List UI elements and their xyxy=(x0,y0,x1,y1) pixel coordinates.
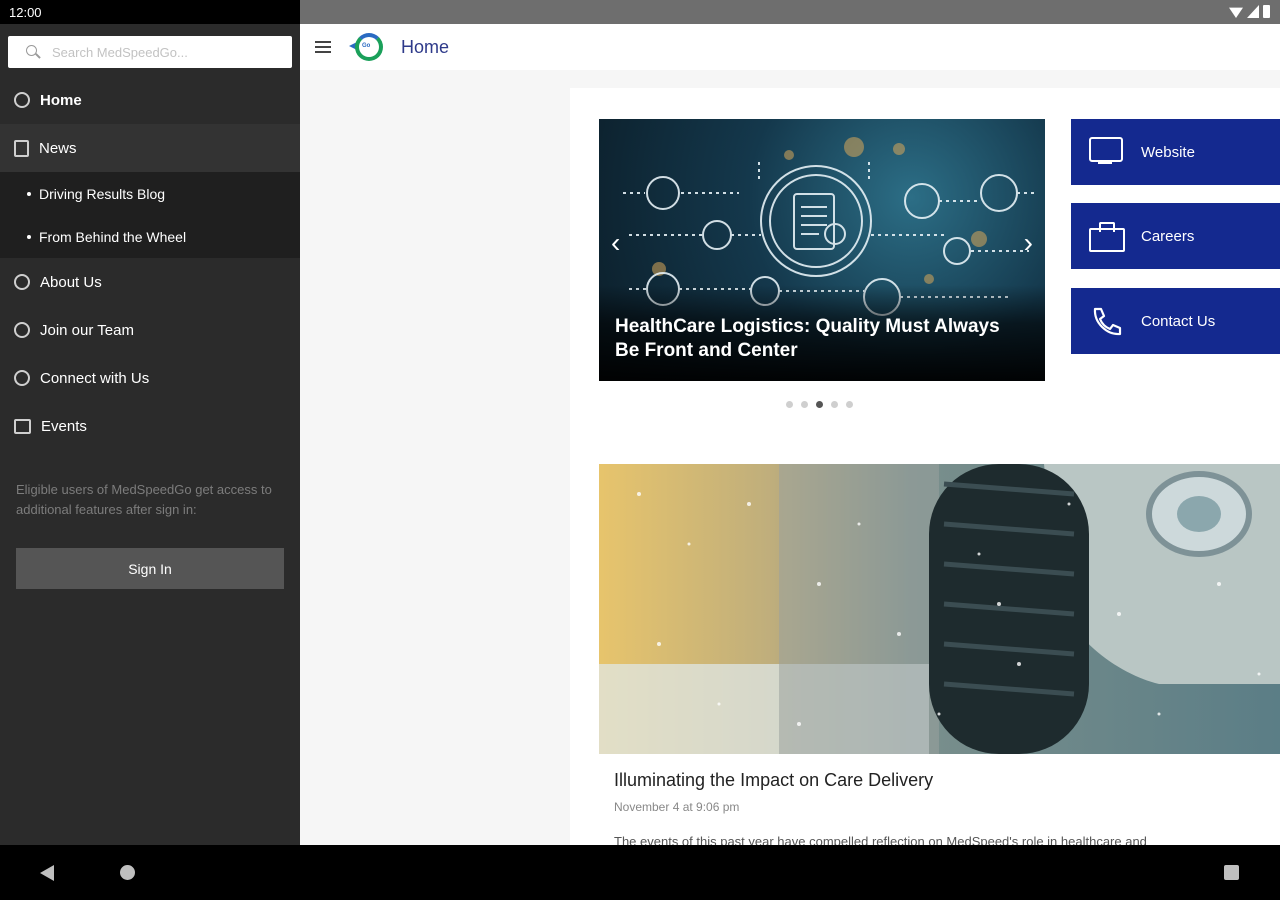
drawer-search[interactable] xyxy=(8,36,292,68)
nav-item-driving-results-blog[interactable]: Driving Results Blog xyxy=(0,172,300,215)
nav-item-label: From Behind the Wheel xyxy=(39,228,187,245)
carousel-dot-active[interactable] xyxy=(816,401,823,408)
briefcase-icon xyxy=(1089,221,1125,252)
compass-icon xyxy=(14,274,30,290)
monitor-icon xyxy=(1089,137,1123,167)
contact-us-link[interactable]: Contact Us xyxy=(1071,288,1280,354)
main-content: Go Home HealthCare Logistics: Quality Mu… xyxy=(300,24,1280,845)
article-date: November 4 at 9:06 pm xyxy=(614,800,740,814)
status-time: 12:00 xyxy=(0,0,300,24)
nav-item-connect-with-us[interactable]: Connect with Us xyxy=(0,354,300,402)
page-title: Home xyxy=(401,36,450,57)
signin-note: Eligible users of MedSpeedGo get access … xyxy=(16,482,272,517)
quick-link-label: Website xyxy=(1141,143,1195,161)
chevron-right-icon[interactable]: › xyxy=(1024,227,1033,259)
medspeed-logo: Go xyxy=(349,31,389,63)
article-image[interactable] xyxy=(599,464,1280,754)
nav-item-events[interactable]: Events xyxy=(0,402,300,450)
navigation-drawer: Home News Driving Results Blog From Behi… xyxy=(0,24,300,845)
nav-item-label: Driving Results Blog xyxy=(39,185,166,202)
nav-item-label: Events xyxy=(41,417,87,435)
compass-icon xyxy=(14,92,30,108)
status-bar xyxy=(300,0,1280,24)
news-subnav: Driving Results Blog From Behind the Whe… xyxy=(0,172,300,258)
nav-item-label: Join our Team xyxy=(40,321,134,339)
system-navigation-bar xyxy=(0,845,1280,900)
nav-item-news[interactable]: News xyxy=(0,124,300,172)
carousel-dot[interactable] xyxy=(801,401,808,408)
nav-item-about-us[interactable]: About Us xyxy=(0,258,300,306)
search-icon xyxy=(26,45,40,59)
article-title[interactable]: Illuminating the Impact on Care Delivery xyxy=(614,770,933,791)
calendar-icon xyxy=(14,418,31,434)
back-icon[interactable] xyxy=(40,865,54,881)
article-snippet: The events of this past year have compel… xyxy=(614,834,1147,845)
sign-in-button[interactable]: Sign In xyxy=(16,548,284,589)
carousel-dot[interactable] xyxy=(846,401,853,408)
search-input[interactable] xyxy=(52,44,272,60)
nav-item-label: About Us xyxy=(40,273,102,291)
chevron-left-icon[interactable]: ‹ xyxy=(611,227,620,259)
compass-icon xyxy=(14,322,30,338)
nav-item-from-behind-the-wheel[interactable]: From Behind the Wheel xyxy=(0,215,300,258)
featured-carousel[interactable]: HealthCare Logistics: Quality Must Alway… xyxy=(599,119,1045,381)
menu-icon[interactable] xyxy=(315,41,331,53)
bullet-icon xyxy=(27,191,31,196)
home-icon[interactable] xyxy=(120,865,135,880)
nav-item-home[interactable]: Home xyxy=(0,76,300,124)
recents-icon[interactable] xyxy=(1224,865,1239,880)
carousel-indicator xyxy=(786,401,853,408)
compass-icon xyxy=(14,370,30,386)
battery-icon xyxy=(1263,5,1270,18)
bullet-icon xyxy=(27,234,31,239)
signal-icon xyxy=(1247,5,1259,18)
app-bar: Go Home xyxy=(300,24,1280,70)
website-link[interactable]: Website xyxy=(1071,119,1280,185)
quick-link-label: Careers xyxy=(1141,227,1195,245)
nav-item-join-our-team[interactable]: Join our Team xyxy=(0,306,300,354)
careers-link[interactable]: Careers xyxy=(1071,203,1280,269)
drawer-nav: Home News Driving Results Blog From Behi… xyxy=(0,76,300,450)
document-icon xyxy=(14,139,29,157)
carousel-dot[interactable] xyxy=(831,401,838,408)
nav-item-label: Home xyxy=(40,91,82,109)
quick-link-label: Contact Us xyxy=(1141,312,1216,330)
phone-icon xyxy=(1089,306,1123,336)
nav-item-label: News xyxy=(39,139,77,157)
carousel-dot[interactable] xyxy=(786,401,793,408)
nav-item-label: Connect with Us xyxy=(40,369,150,387)
wifi-icon xyxy=(1229,7,1243,18)
carousel-caption: HealthCare Logistics: Quality Must Alway… xyxy=(599,285,1045,381)
